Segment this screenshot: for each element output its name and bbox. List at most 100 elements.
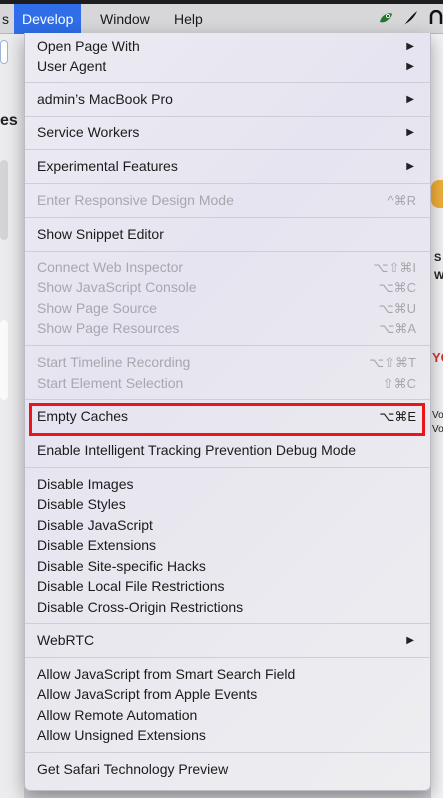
menubar-item-partial[interactable]: s: [0, 4, 11, 34]
menu-item-label: admin’s MacBook Pro: [37, 91, 173, 107]
menu-item-label: Show JavaScript Console: [37, 279, 197, 295]
menu-item-label: Enter Responsive Design Mode: [37, 192, 234, 208]
menu-item-label: Experimental Features: [37, 158, 178, 174]
menu-item-get-technology-preview[interactable]: Get Safari Technology Preview: [25, 759, 430, 780]
menu-item-disable-extensions[interactable]: Disable Extensions: [25, 535, 430, 556]
menu-item-label: Open Page With: [37, 38, 140, 54]
menu-item-label: Connect Web Inspector: [37, 259, 184, 275]
menu-item-allow-remote-automation[interactable]: Allow Remote Automation: [25, 705, 430, 726]
submenu-arrow-icon: ▶: [406, 61, 414, 72]
menu-item-label: Disable Styles: [37, 496, 126, 512]
menu-item-allow-unsigned-extensions[interactable]: Allow Unsigned Extensions: [25, 725, 430, 746]
menu-separator: [25, 623, 430, 624]
background-text-vo: Vo: [432, 410, 443, 421]
menu-item-disable-styles[interactable]: Disable Styles: [25, 494, 430, 515]
menu-separator: [25, 82, 430, 83]
menu-separator: [25, 345, 430, 346]
menu-item-disable-cross-origin-restrictions[interactable]: Disable Cross-Origin Restrictions: [25, 597, 430, 618]
menu-item-macbook-pro[interactable]: admin’s MacBook Pro ▶: [25, 89, 430, 110]
menu-separator: [25, 467, 430, 468]
menu-item-disable-javascript[interactable]: Disable JavaScript: [25, 515, 430, 536]
submenu-arrow-icon: ▶: [406, 635, 414, 646]
menu-item-label: Show Page Resources: [37, 320, 180, 336]
menu-separator: [25, 183, 430, 184]
menu-separator: [25, 217, 430, 218]
submenu-arrow-icon: ▶: [406, 127, 414, 138]
background-card-1: [0, 160, 8, 240]
menu-item-label: Show Snippet Editor: [37, 226, 164, 242]
quill-icon[interactable]: [402, 10, 418, 26]
shortcut-label: ⌥⌘C: [378, 280, 416, 295]
menu-item-javascript-console[interactable]: Show JavaScript Console ⌥⌘C: [25, 277, 430, 298]
background-text-es: es: [0, 112, 18, 129]
background-text-s: S: [434, 252, 442, 264]
empty-caches-highlight-box: [29, 403, 425, 436]
menu-item-label: WebRTC: [37, 632, 95, 648]
background-text-w: W: [434, 270, 443, 282]
menu-item-label: Disable Images: [37, 476, 134, 492]
menubar-item-develop[interactable]: Develop: [14, 4, 82, 34]
menu-separator: [25, 657, 430, 658]
submenu-arrow-icon: ▶: [406, 161, 414, 172]
menu-item-label: Start Timeline Recording: [37, 354, 191, 370]
menu-separator: [25, 149, 430, 150]
shortcut-label: ⌥⇧⌘T: [369, 355, 416, 370]
menu-item-page-source[interactable]: Show Page Source ⌥⌘U: [25, 298, 430, 319]
menu-item-allow-js-apple-events[interactable]: Allow JavaScript from Apple Events: [25, 684, 430, 705]
menu-item-label: Get Safari Technology Preview: [37, 761, 229, 777]
shortcut-label: ⌥⇧⌘I: [373, 260, 417, 275]
menubar-item-window[interactable]: Window: [92, 4, 158, 34]
menu-item-label: Allow Remote Automation: [37, 707, 198, 723]
shortcut-label: ⇧⌘C: [382, 376, 416, 391]
menu-bar: s Develop Window Help: [0, 0, 443, 34]
menu-item-label: Allow JavaScript from Apple Events: [37, 686, 258, 702]
menu-item-service-workers[interactable]: Service Workers ▶: [25, 122, 430, 143]
menu-separator: [25, 116, 430, 117]
menu-item-user-agent[interactable]: User Agent ▶: [25, 56, 430, 77]
menu-item-disable-local-file-restrictions[interactable]: Disable Local File Restrictions: [25, 576, 430, 597]
menu-item-label: Disable Extensions: [37, 537, 157, 553]
background-text-yc: YC: [432, 350, 443, 365]
menu-item-page-resources[interactable]: Show Page Resources ⌥⌘A: [25, 318, 430, 339]
background-window-left: [0, 34, 24, 798]
menu-item-disable-images[interactable]: Disable Images: [25, 474, 430, 495]
menu-item-element-selection[interactable]: Start Element Selection ⇧⌘C: [25, 373, 430, 394]
menu-item-snippet-editor[interactable]: Show Snippet Editor: [25, 224, 430, 245]
menu-item-disable-site-hacks[interactable]: Disable Site-specific Hacks: [25, 556, 430, 577]
menu-item-responsive-design-mode[interactable]: Enter Responsive Design Mode ^⌘R: [25, 190, 430, 211]
background-card-2: [0, 320, 8, 400]
develop-menu: Open Page With ▶ User Agent ▶ admin’s Ma…: [24, 33, 431, 791]
menu-item-label: Allow JavaScript from Smart Search Field: [37, 666, 296, 682]
menu-separator: [25, 251, 430, 252]
shortcut-label: ⌥⌘U: [378, 301, 416, 316]
eye-logo-icon[interactable]: [378, 10, 394, 26]
background-text-vo2: Vo: [432, 424, 443, 435]
menu-item-label: Disable Site-specific Hacks: [37, 558, 206, 574]
menu-item-label: Allow Unsigned Extensions: [37, 727, 206, 743]
menu-item-label: User Agent: [37, 58, 107, 74]
menubar-item-help[interactable]: Help: [166, 4, 211, 34]
menu-item-webrtc[interactable]: WebRTC ▶: [25, 630, 430, 651]
shortcut-label: ⌥⌘A: [379, 321, 416, 336]
shortcut-label: ^⌘R: [387, 193, 417, 208]
menu-item-itp-debug-mode[interactable]: Enable Intelligent Tracking Prevention D…: [25, 440, 430, 461]
submenu-arrow-icon: ▶: [406, 94, 414, 105]
menu-item-label: Disable JavaScript: [37, 517, 153, 533]
menu-separator: [25, 752, 430, 753]
menu-item-label: Disable Local File Restrictions: [37, 578, 225, 594]
menu-separator: [25, 399, 430, 400]
status-menu-icon[interactable]: [428, 10, 443, 26]
menu-item-label: Start Element Selection: [37, 375, 184, 391]
background-orange-shape: [431, 180, 443, 208]
menu-item-allow-js-smart-search[interactable]: Allow JavaScript from Smart Search Field: [25, 664, 430, 685]
menu-item-label: Service Workers: [37, 124, 140, 140]
menu-item-connect-web-inspector[interactable]: Connect Web Inspector ⌥⇧⌘I: [25, 257, 430, 278]
menu-item-label: Disable Cross-Origin Restrictions: [37, 599, 244, 615]
menu-item-experimental-features[interactable]: Experimental Features ▶: [25, 156, 430, 177]
submenu-arrow-icon: ▶: [406, 41, 414, 52]
menu-item-label: Show Page Source: [37, 300, 157, 316]
background-address-field: [0, 40, 8, 64]
menu-item-open-page-with[interactable]: Open Page With ▶: [25, 36, 430, 57]
menu-item-timeline-recording[interactable]: Start Timeline Recording ⌥⇧⌘T: [25, 352, 430, 373]
menu-item-label: Enable Intelligent Tracking Prevention D…: [37, 442, 357, 458]
